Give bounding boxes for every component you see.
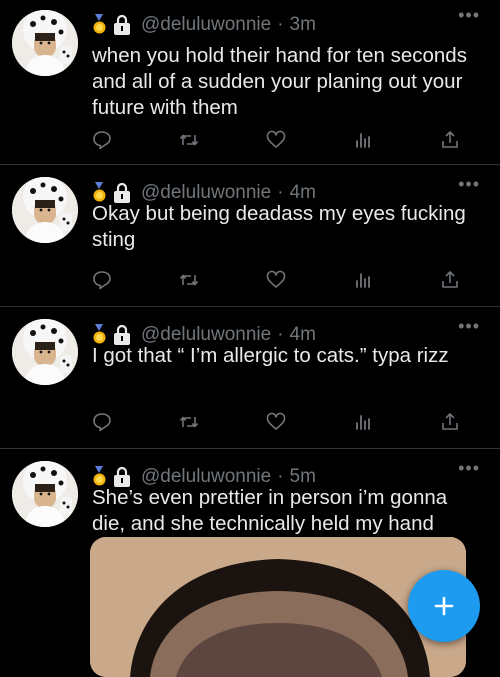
tweet-header: @deluluwonnie · 3m [92, 14, 316, 36]
retweet-icon[interactable] [179, 412, 199, 432]
avatar[interactable] [12, 319, 78, 385]
avatar-image [12, 177, 78, 243]
reply-icon[interactable] [92, 130, 112, 150]
tweet-handle[interactable]: @deluluwonnie [141, 14, 271, 36]
tweet-actions [92, 412, 460, 432]
lock-icon [114, 15, 130, 35]
tweet[interactable]: @deluluwonnie · 3m ••• when you hold the… [0, 0, 500, 165]
heart-icon[interactable] [266, 130, 286, 150]
avatar[interactable] [12, 10, 78, 76]
tweet[interactable]: @deluluwonnie · 4m ••• I got that “ I’m … [0, 307, 500, 449]
more-options-icon[interactable]: ••• [458, 6, 480, 24]
tweet-text: Okay but being deadass my eyes fucking s… [92, 202, 466, 251]
share-icon[interactable] [440, 130, 460, 150]
avatar-image [12, 319, 78, 385]
views-icon[interactable] [353, 270, 373, 290]
plus-icon [434, 596, 454, 616]
lock-icon [114, 467, 130, 487]
share-icon[interactable] [440, 270, 460, 290]
heart-icon[interactable] [266, 270, 286, 290]
medal-icon [93, 14, 106, 34]
heart-icon[interactable] [266, 412, 286, 432]
tweet-time[interactable]: 3m [290, 14, 316, 36]
lock-icon [114, 183, 130, 203]
separator: · [277, 14, 284, 35]
more-options-icon[interactable]: ••• [458, 317, 480, 335]
avatar[interactable] [12, 177, 78, 243]
avatar-image [12, 10, 78, 76]
avatar-image [12, 461, 78, 527]
avatar[interactable] [12, 461, 78, 527]
more-options-icon[interactable]: ••• [458, 175, 480, 193]
tweet-actions [92, 270, 460, 290]
tweet[interactable]: @deluluwonnie · 4m ••• Okay but being de… [0, 165, 500, 307]
tweet-text: when you hold their hand for ten seconds… [92, 44, 467, 119]
tweet-actions [92, 130, 460, 150]
more-options-icon[interactable]: ••• [458, 459, 480, 477]
reply-icon[interactable] [92, 412, 112, 432]
compose-button[interactable] [408, 570, 480, 642]
views-icon[interactable] [353, 130, 373, 150]
retweet-icon[interactable] [179, 130, 199, 150]
tweet-text: I got that “ I’m allergic to cats.” typa… [92, 344, 449, 367]
reply-icon[interactable] [92, 270, 112, 290]
retweet-icon[interactable] [179, 270, 199, 290]
lock-icon [114, 325, 130, 345]
views-icon[interactable] [353, 412, 373, 432]
share-icon[interactable] [440, 412, 460, 432]
tweet-text: She’s even prettier in person i’m gonna … [92, 486, 448, 535]
